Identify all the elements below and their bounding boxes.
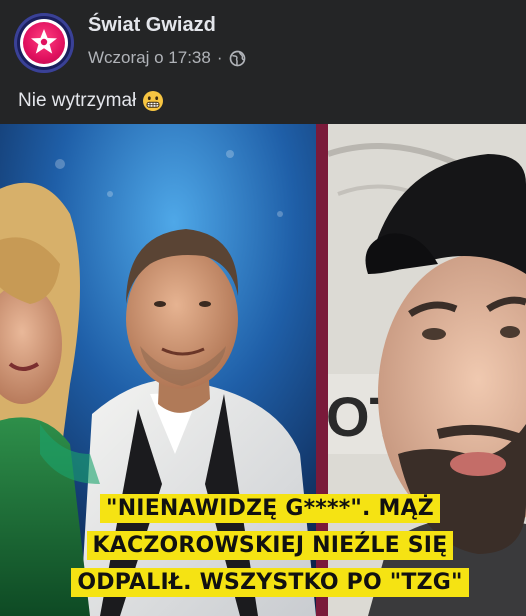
post-header: Świat Gwiazd Wczoraj o 17:38 · xyxy=(0,0,526,80)
headline-line-2: KACZOROWSKIEJ NIEŹLE SIĘ xyxy=(86,531,454,560)
post-image[interactable]: OTE "NIENAWIDZĘ G****". MĄŻ xyxy=(0,124,526,616)
grimacing-face-emoji xyxy=(143,91,164,111)
star-icon xyxy=(31,29,57,54)
globe-icon[interactable] xyxy=(229,50,246,67)
page-name-link[interactable]: Świat Gwiazd xyxy=(88,14,216,37)
facebook-post: Świat Gwiazd Wczoraj o 17:38 · Nie wytrz… xyxy=(0,0,526,616)
headline-line-3: ODPALIŁ. WSZYSTKO PO "TZG" xyxy=(71,568,469,597)
headline-line-1: "NIENAWIDZĘ G****". MĄŻ xyxy=(100,494,440,523)
meta-separator: · xyxy=(216,48,223,67)
post-timestamp-link[interactable]: Wczoraj o 17:38 xyxy=(88,48,211,68)
post-meta: Wczoraj o 17:38 · xyxy=(88,48,246,68)
page-avatar[interactable] xyxy=(14,13,74,73)
caption-text: Nie wytrzymał xyxy=(18,90,137,111)
headline-overlay: "NIENAWIDZĘ G****". MĄŻ KACZOROWSKIEJ NI… xyxy=(50,490,490,601)
post-caption: Nie wytrzymał xyxy=(18,90,164,112)
